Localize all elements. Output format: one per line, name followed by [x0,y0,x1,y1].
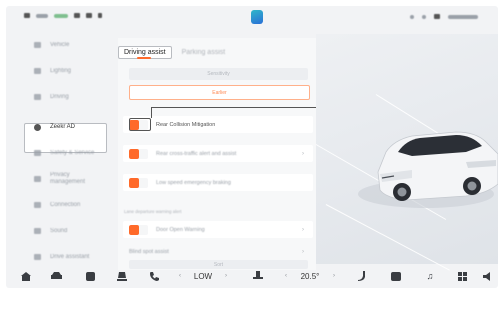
status-dot-icon [410,14,414,19]
status-left [24,13,102,18]
car-icon[interactable] [46,264,66,288]
rear-cross-traffic-toggle[interactable] [129,148,148,159]
sidebar-item-label: Safety & Service [50,150,95,156]
fan-decrease-button[interactable]: ‹ [174,264,186,288]
car-image [358,131,498,208]
tab-parking-assist[interactable]: Parking assist [182,49,226,56]
status-right [410,14,478,19]
temperature-label: 20.5° [300,271,320,281]
setting-row-low-speed-braking[interactable]: Low speed emergency braking [123,174,313,191]
battery-icon [86,13,92,18]
sidebar-item-safety[interactable]: Safety & Service [20,140,116,166]
toggle-highlight-box [129,118,151,131]
sound-icon [34,228,41,234]
bluetooth-icon [74,13,80,18]
sidebar-item-label: Connection [50,202,81,208]
sidebar-item-connection[interactable]: Connection [20,192,116,218]
sidebar: Vehicle Lighting Driving Zeekr AD Safety… [20,32,116,262]
sidebar-item-label: Zeekr AD [50,124,76,130]
car-icon [34,42,41,48]
sidebar-item-lighting[interactable]: Lighting [20,58,116,84]
signal-icon [24,13,30,18]
chevron-right-icon[interactable]: › [302,227,304,233]
setting-row-rear-cross-traffic[interactable]: Rear cross-traffic alert and assist › [123,145,313,162]
assistant-icon [34,254,41,260]
status-text-wifi [54,13,68,18]
sidebar-item-driving[interactable]: Driving [20,84,116,110]
link-icon [34,202,41,208]
sidebar-item-sound[interactable]: Sound [20,218,116,244]
status-text-login [36,13,48,18]
sidebar-item-label: Lighting [50,68,72,74]
sidebar-item-label: Sound [50,228,68,234]
sidebar-item-label: Privacy management [50,172,86,185]
seat-heat-icon[interactable] [352,264,372,288]
phone-icon[interactable] [144,264,164,288]
setting-row-door-open[interactable]: Door Open Warning › [123,221,313,238]
sidebar-item-zeekr-ad[interactable]: Zeekr AD [20,114,116,140]
volume-icon[interactable] [478,264,496,288]
status-time [448,14,478,19]
sidebar-item-vehicle[interactable]: Vehicle [20,32,116,58]
fan-increase-button[interactable]: › [220,264,232,288]
setting-row-label: Low speed emergency braking [156,179,231,186]
setting-row-label: Door Open Warning [156,226,205,233]
sidebar-item-label: Vehicle [50,42,70,48]
chevron-right-icon[interactable]: › [302,249,304,255]
sensitivity-button[interactable]: Sensitivity [129,68,308,80]
sidebar-item-label: Driving [50,94,69,100]
apps-icon[interactable] [80,264,100,288]
music-icon[interactable]: ♫ [420,264,440,288]
earlier-button[interactable]: Earlier [129,85,310,100]
setting-row-label: Rear cross-traffic alert and assist [156,150,237,157]
door-open-toggle[interactable] [129,224,148,235]
status-dot-icon [422,14,426,19]
temp-decrease-button[interactable]: ‹ [280,264,292,288]
setting-row-label: Rear Collision Mitigation [156,121,216,128]
seat-icon[interactable] [112,264,132,288]
bottom-dock: ‹ LOW › ‹ 20.5° › ♫ [6,264,498,288]
shield-icon [34,150,41,156]
sidebar-item-label: Drive assistant [50,254,90,260]
camera-icon [434,14,440,19]
low-speed-braking-toggle[interactable] [129,177,148,188]
section-caption: Lane departure warning alert [124,209,182,214]
privacy-icon [34,176,41,182]
zeekr-ad-icon [34,123,41,131]
car-illustration-area [315,34,498,271]
tab-driving-assist[interactable]: Driving assist [118,45,172,59]
callout-line [151,107,338,108]
media-icon[interactable] [386,264,406,288]
callout-line [151,107,152,118]
grid-icon[interactable] [452,264,472,288]
steering-icon [34,94,41,100]
temp-increase-button[interactable]: › [328,264,340,288]
status-bar [6,6,498,28]
sidebar-item-privacy[interactable]: Privacy management [20,166,116,192]
zeekr-logo-icon[interactable] [251,10,263,24]
setting-row-blind-spot[interactable]: Blind spot assist › [123,246,313,258]
setting-row-rear-collision[interactable]: Rear Collision Mitigation [123,116,313,133]
home-icon[interactable] [16,264,36,288]
light-icon [34,68,41,74]
chevron-right-icon[interactable]: › [302,151,304,157]
notification-icon [98,13,102,18]
settings-screen: Vehicle Lighting Driving Zeekr AD Safety… [6,6,498,288]
climate-icon[interactable] [248,264,268,288]
tab-bar: Driving assist Parking assist [118,42,225,62]
fan-level-label: LOW [193,271,213,281]
setting-row-label: Blind spot assist [129,249,169,255]
